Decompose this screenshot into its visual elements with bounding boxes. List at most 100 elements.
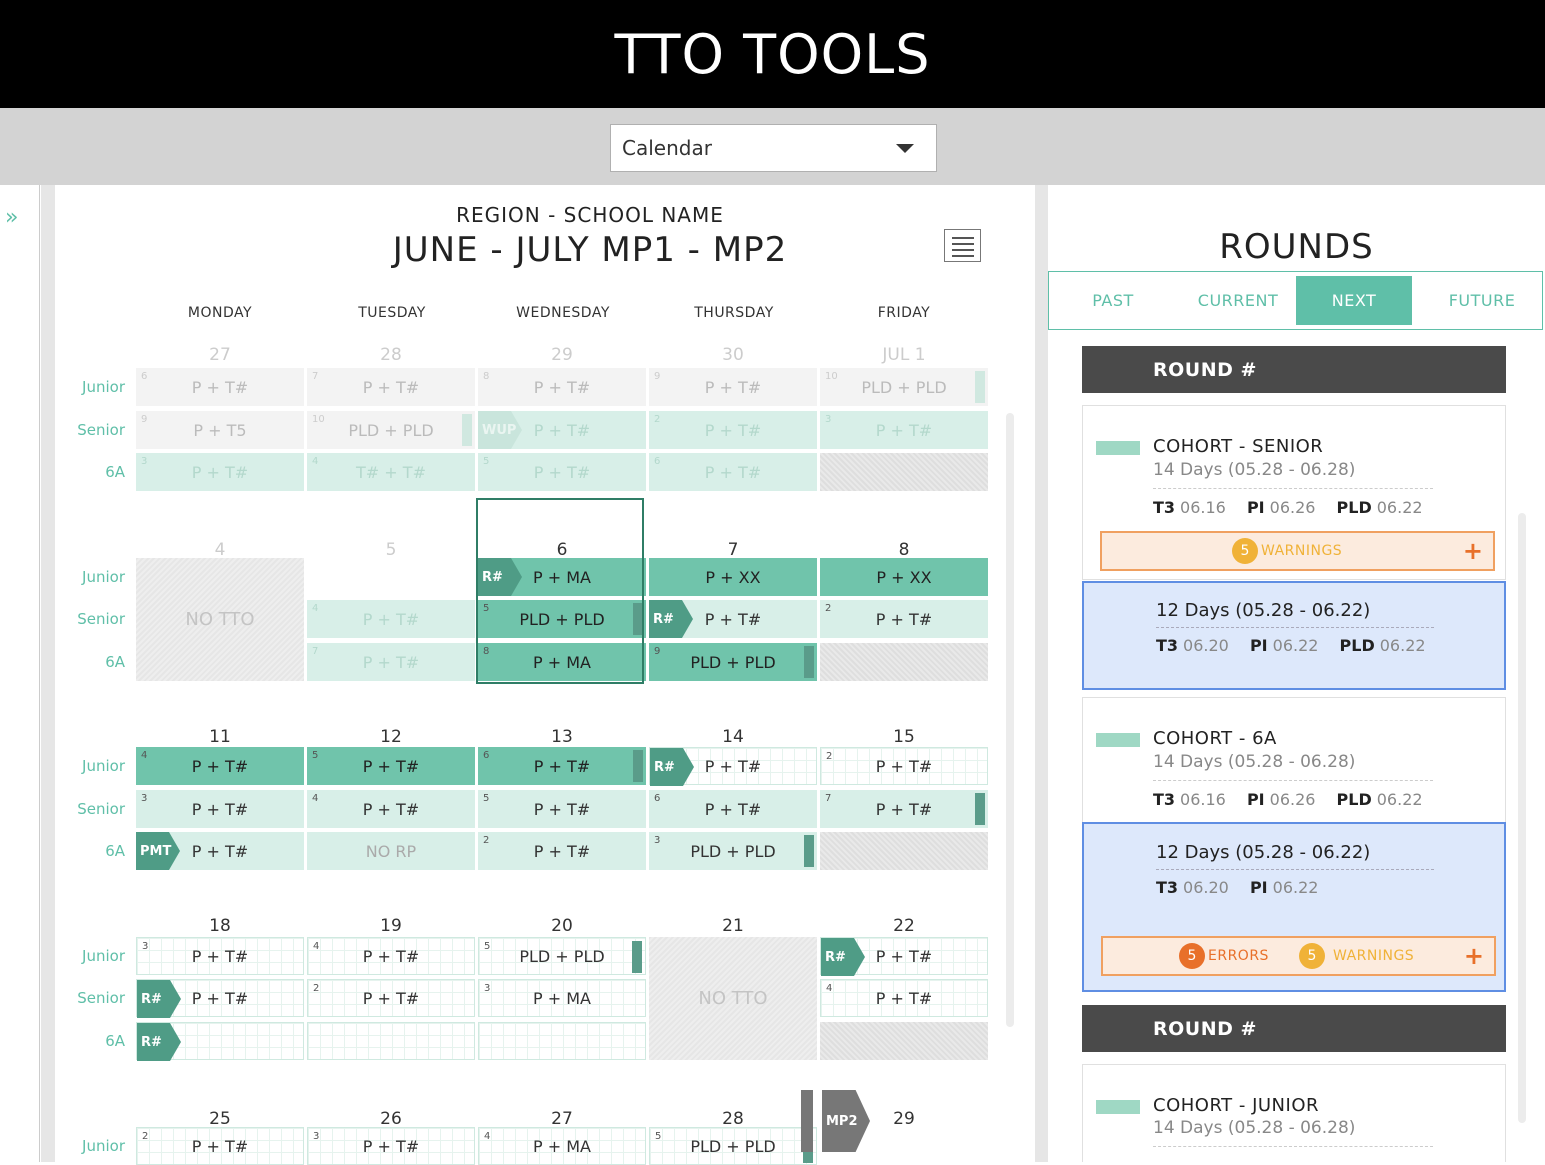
warnings-bar[interactable]: 5 WARNINGS + [1100, 531, 1495, 571]
expand-sidebar-icon[interactable]: » [5, 205, 18, 230]
calendar-cell[interactable]: 8 P + T# [478, 368, 646, 406]
expand-plus-icon[interactable]: + [1463, 537, 1483, 565]
event-tag[interactable]: R# [650, 748, 694, 786]
calendar-cell[interactable]: NO RP [307, 832, 475, 870]
calendar-cell[interactable] [820, 1022, 988, 1060]
calendar-scrollbar[interactable] [1006, 413, 1014, 1027]
calendar-cell[interactable]: R# P + T# [136, 979, 304, 1018]
date-label: 27 [551, 1109, 573, 1129]
view-select[interactable]: Calendar [610, 124, 937, 172]
date-label: 26 [380, 1109, 402, 1129]
calendar-cell[interactable]: 5 P + T# [478, 790, 646, 828]
cohort-card-6a[interactable]: COHORT - 6A 14 Days (05.28 - 06.28) T3 06… [1082, 697, 1506, 823]
expand-plus-icon[interactable]: + [1464, 942, 1484, 970]
calendar-cell[interactable]: 6 P + T# [649, 790, 817, 828]
metric-value: 06.22 [1376, 498, 1423, 517]
calendar-cell[interactable]: 2 P + T# [820, 600, 988, 638]
calendar-cell[interactable]: 5 PLD + PLD [649, 1127, 817, 1165]
calendar-cell[interactable]: WUP P + T# [478, 411, 646, 449]
calendar-cell[interactable]: PMT P + T# [136, 832, 304, 870]
calendar-cell[interactable]: 3 P + T# [136, 790, 304, 828]
calendar-cell[interactable]: 2 P + T# [136, 1127, 304, 1165]
date-label: 4 [214, 540, 226, 560]
mp2-marker[interactable]: MP2 [822, 1090, 870, 1152]
calendar-cell[interactable]: 6 P + T# [649, 453, 817, 491]
event-tag[interactable]: R# [137, 1023, 181, 1061]
calendar-cell[interactable]: 3 P + T# [136, 937, 304, 975]
calendar-cell[interactable]: 4 T# + T# [307, 453, 475, 491]
calendar-cell[interactable]: 10 PLD + PLD [307, 411, 475, 449]
calendar-cell[interactable] [820, 453, 988, 491]
calendar-cell[interactable] [307, 1022, 475, 1060]
errors-warnings-bar[interactable]: 5 ERRORS 5 WARNINGS + [1101, 936, 1496, 976]
selected-day[interactable] [476, 498, 644, 684]
calendar-cell[interactable] [820, 643, 988, 681]
calendar-cell[interactable]: P + XX [820, 558, 988, 596]
cohort-card-junior[interactable]: COHORT - JUNIOR 14 Days (05.28 - 06.28) [1082, 1064, 1506, 1162]
calendar-cell[interactable]: 9 P + T5 [136, 411, 304, 449]
cell-text: P + T# [704, 462, 762, 482]
round-header[interactable]: ROUND # [1082, 1005, 1506, 1052]
metric-value: 06.16 [1180, 790, 1226, 809]
calendar-cell[interactable]: 2 P + T# [649, 411, 817, 449]
calendar-cell[interactable]: R# P + T# [649, 600, 817, 638]
calendar-cell[interactable]: 4 P + T# [820, 979, 988, 1017]
event-tag[interactable]: R# [649, 600, 693, 638]
event-tag[interactable]: PMT [136, 832, 180, 870]
calendar-cell[interactable]: 3 P + T# [307, 1127, 475, 1165]
cell-count: 4 [312, 793, 319, 804]
cell-text: P + T5 [193, 420, 247, 440]
list-view-icon[interactable] [944, 229, 981, 262]
rounds-scrollbar[interactable] [1518, 513, 1526, 1123]
calendar-cell[interactable]: 5 PLD + PLD [478, 937, 646, 975]
calendar-cell[interactable]: R# P + T# [649, 747, 817, 786]
calendar-cell[interactable] [820, 832, 988, 870]
subround-card-senior[interactable]: 12 Days (05.28 - 06.22) T3 06.20 PI 06.22 … [1082, 581, 1506, 690]
cell-count: 5 [655, 1131, 662, 1142]
tab-future[interactable]: FUTURE [1422, 276, 1542, 325]
date-label: 22 [893, 916, 915, 936]
calendar-cell[interactable]: 7 P + T# [307, 643, 475, 681]
calendar-cell[interactable]: 2 P + T# [478, 832, 646, 870]
calendar-cell[interactable]: 5 P + T# [478, 453, 646, 491]
calendar-cell[interactable]: 6 P + T# [136, 368, 304, 406]
round-header[interactable]: ROUND # [1082, 346, 1506, 393]
calendar-cell[interactable]: 6 P + T# [478, 747, 646, 785]
calendar-cell[interactable]: 10 PLD + PLD [820, 368, 988, 406]
metric-label: T3 [1156, 878, 1179, 897]
calendar-cell[interactable]: 3 P + T# [136, 453, 304, 491]
tab-next[interactable]: NEXT [1296, 276, 1412, 325]
calendar-cell[interactable]: 4 P + T# [307, 600, 475, 638]
event-tag[interactable]: R# [137, 980, 181, 1018]
calendar-cell[interactable]: 3 P + T# [820, 411, 988, 449]
event-tag[interactable]: WUP [478, 411, 522, 449]
calendar-cell[interactable] [478, 1022, 646, 1060]
calendar-cell[interactable]: 4 P + MA [478, 1127, 646, 1165]
cell-text: P + T# [191, 988, 249, 1008]
calendar-cell[interactable]: 2 P + T# [820, 747, 988, 785]
calendar-cell[interactable]: 4 P + T# [136, 747, 304, 785]
calendar-cell[interactable]: 4 P + T# [307, 937, 475, 975]
calendar-cell[interactable]: 9 PLD + PLD [649, 643, 817, 681]
warnings-label: WARNINGS [1261, 543, 1343, 559]
cell-text: P + T# [362, 799, 420, 819]
tab-current[interactable]: CURRENT [1181, 276, 1295, 325]
calendar-cell[interactable]: R# P + T# [820, 937, 988, 976]
tab-past[interactable]: PAST [1057, 276, 1169, 325]
calendar-cell[interactable]: 4 P + T# [307, 790, 475, 828]
calendar-cell[interactable]: R# [136, 1022, 304, 1061]
calendar-cell[interactable]: P + XX [649, 558, 817, 596]
event-tag[interactable]: R# [821, 938, 865, 976]
metric-label: PI [1249, 878, 1268, 897]
calendar-cell[interactable]: 2 P + T# [307, 979, 475, 1017]
cohort-card-senior[interactable]: COHORT - SENIOR 14 Days (05.28 - 06.28) … [1082, 405, 1506, 580]
calendar-cell[interactable]: 5 P + T# [307, 747, 475, 785]
end-marker [804, 835, 814, 867]
calendar-cell[interactable]: 3 PLD + PLD [649, 832, 817, 870]
calendar-cell[interactable]: 9 P + T# [649, 368, 817, 406]
calendar-cell[interactable]: 3 P + MA [478, 979, 646, 1017]
cell-text: P + T# [704, 420, 762, 440]
calendar-cell[interactable]: 7 P + T# [307, 368, 475, 406]
subround-card-6a[interactable]: 12 Days (05.28 - 06.22) T3 06.20 PI 06.22 … [1082, 822, 1506, 992]
calendar-cell[interactable]: 7 P + T# [820, 790, 988, 828]
